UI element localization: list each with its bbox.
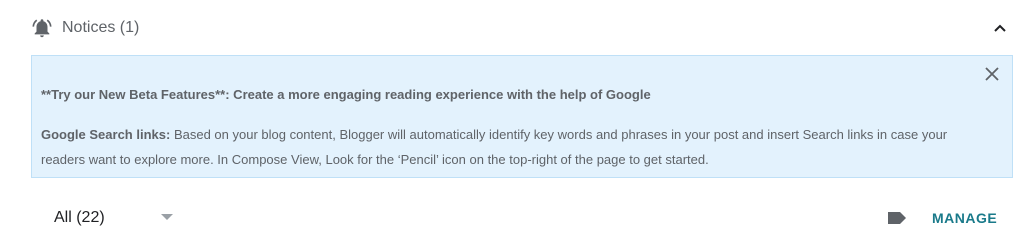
notice-banner: **Try our New Beta Features**: Create a … xyxy=(31,55,1013,178)
notices-header: Notices (1) xyxy=(0,0,1024,56)
filter-row: All (22) MANAGE xyxy=(0,196,1024,240)
notice-body-text: Based on your blog content, Blogger will… xyxy=(41,127,948,167)
notice-body-label: Google Search links: xyxy=(41,127,171,142)
chevron-up-icon[interactable] xyxy=(988,17,1012,39)
notices-title: Notices (1) xyxy=(62,19,140,36)
dropdown-arrow-icon xyxy=(161,214,173,220)
filter-selected-value: All (22) xyxy=(54,209,105,226)
bell-icon xyxy=(31,17,53,39)
notice-body: Google Search links: Based on your blog … xyxy=(41,122,991,172)
manage-button[interactable]: MANAGE xyxy=(932,210,997,226)
post-filter-dropdown[interactable]: All (22) xyxy=(52,206,182,230)
label-icon[interactable] xyxy=(886,211,908,225)
close-icon[interactable] xyxy=(982,64,1002,84)
notice-headline: **Try our New Beta Features**: Create a … xyxy=(41,87,651,102)
